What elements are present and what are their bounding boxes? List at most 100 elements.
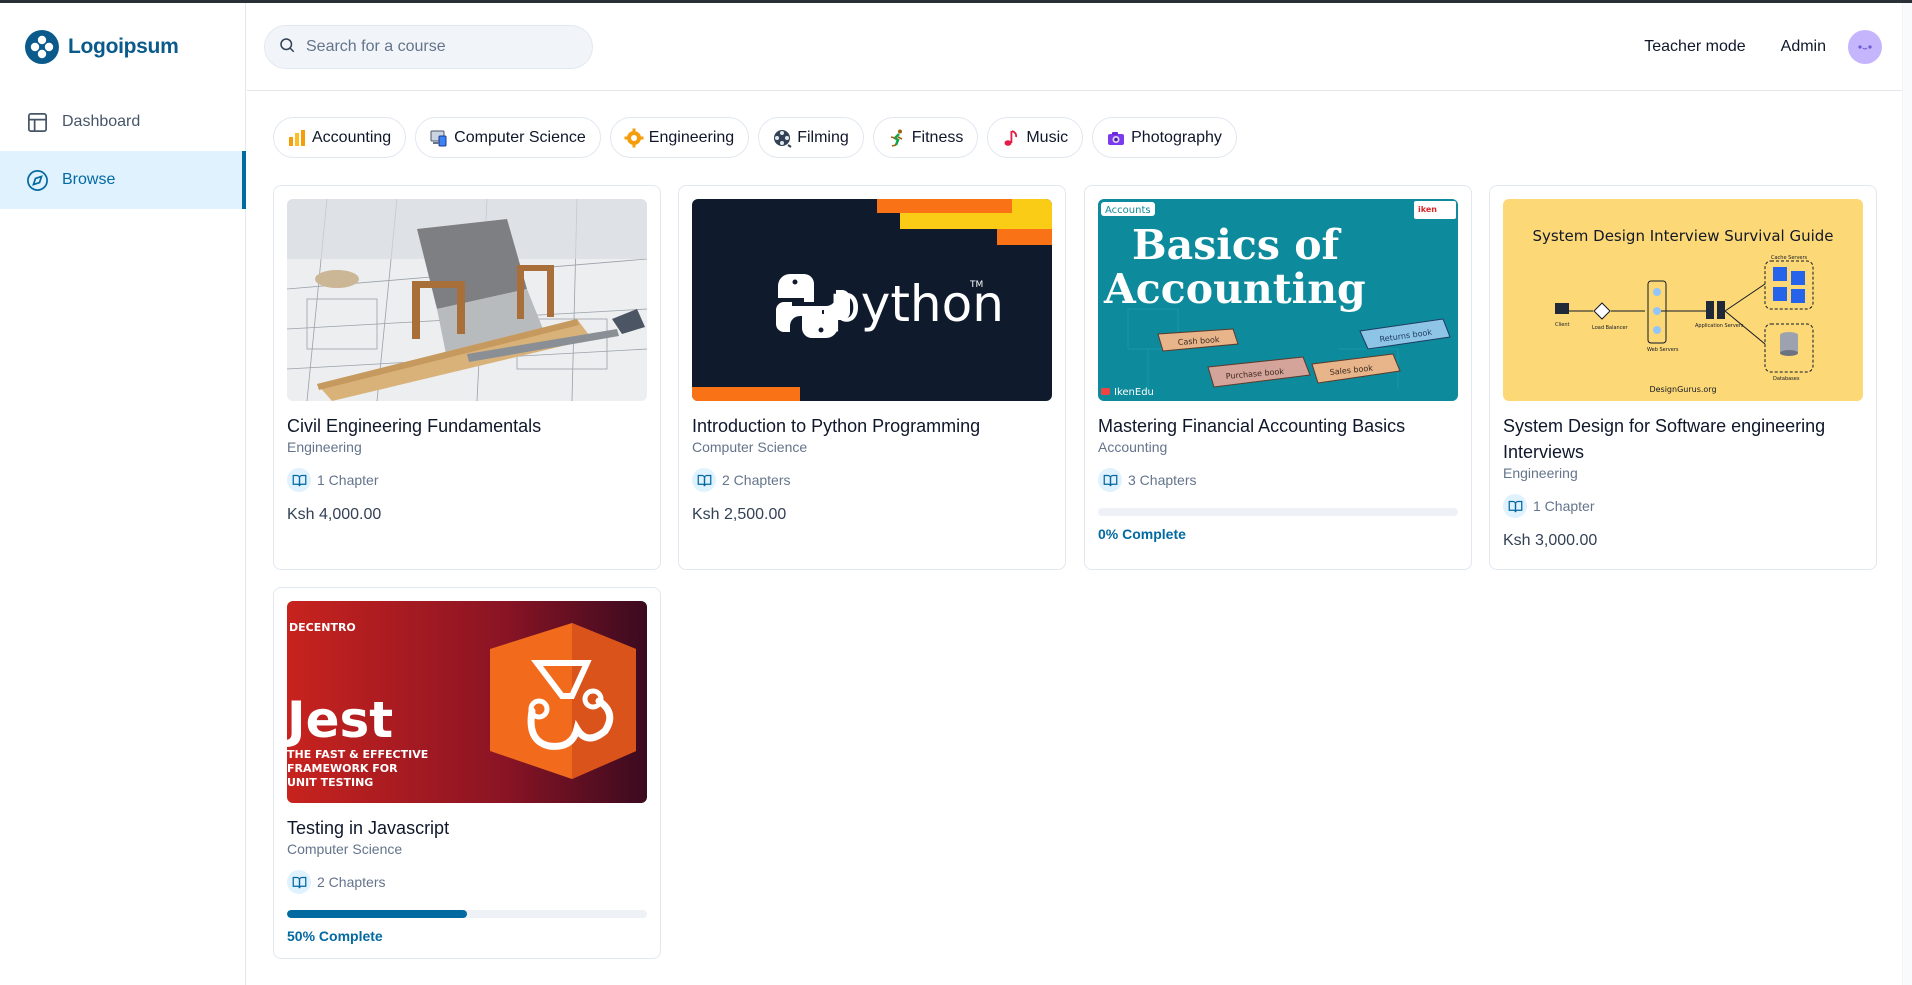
svg-text:Accounting: Accounting bbox=[1103, 265, 1366, 313]
svg-text:THE FAST & EFFECTIVE: THE FAST & EFFECTIVE bbox=[287, 748, 428, 761]
camera-icon bbox=[1106, 128, 1126, 148]
book-open-icon bbox=[692, 468, 716, 492]
svg-text:UNIT TESTING: UNIT TESTING bbox=[287, 776, 373, 789]
course-card[interactable]: Civil Engineering Fundamentals Engineeri… bbox=[273, 185, 661, 570]
svg-text:TM: TM bbox=[969, 280, 983, 290]
svg-text:Databases: Databases bbox=[1773, 376, 1800, 382]
film-reel-icon bbox=[772, 128, 792, 148]
sidebar-item-dashboard[interactable]: Dashboard bbox=[0, 93, 245, 151]
sidebar: Logoipsum Dashboard Browse bbox=[0, 3, 246, 985]
category-label: Fitness bbox=[911, 128, 964, 146]
category-label: Filming bbox=[797, 128, 849, 146]
book-open-icon bbox=[287, 468, 311, 492]
compass-icon bbox=[26, 169, 49, 192]
course-title: Civil Engineering Fundamentals bbox=[287, 416, 542, 436]
progress-fill bbox=[287, 910, 467, 918]
svg-text:System Design Interview Surviv: System Design Interview Survival Guide bbox=[1532, 227, 1833, 245]
layout-icon bbox=[26, 111, 49, 134]
chapter-count-label: 2 Chapters bbox=[317, 874, 386, 890]
category-chip-fitness[interactable]: Fitness bbox=[872, 117, 979, 158]
book-open-icon bbox=[287, 870, 311, 894]
chapter-count: 1 Chapter bbox=[1503, 494, 1863, 518]
svg-text:iken: iken bbox=[1418, 205, 1437, 214]
music-note-icon bbox=[1001, 128, 1021, 148]
course-card[interactable]: DECENTRO Jest THE FAST & EFFECTIVE FRAME… bbox=[273, 587, 661, 959]
page-scrollbar[interactable] bbox=[1902, 3, 1912, 985]
admin-button[interactable]: Admin bbox=[1781, 38, 1826, 56]
bar-chart-icon bbox=[287, 128, 307, 148]
course-thumbnail: System Design Interview Survival Guide C… bbox=[1503, 199, 1863, 401]
course-card[interactable]: python TM Introduction to Python Program… bbox=[678, 185, 1066, 570]
course-title: Introduction to Python Programming bbox=[692, 416, 981, 436]
course-card[interactable]: System Design Interview Survival Guide C… bbox=[1489, 185, 1877, 570]
course-thumbnail bbox=[287, 199, 647, 401]
category-chip-filming[interactable]: Filming bbox=[758, 117, 864, 158]
course-category: Accounting bbox=[1098, 439, 1168, 455]
svg-text:Application Servers: Application Servers bbox=[1695, 323, 1744, 329]
course-title: System Design for Software engineering I… bbox=[1503, 416, 1826, 462]
category-label: Music bbox=[1026, 128, 1069, 146]
progress-label: 50% Complete bbox=[287, 928, 383, 944]
svg-text:Cache Servers: Cache Servers bbox=[1771, 255, 1808, 261]
jest-logo-icon bbox=[490, 623, 636, 779]
chapter-count-label: 3 Chapters bbox=[1128, 472, 1197, 488]
chapter-count: 3 Chapters bbox=[1098, 468, 1458, 492]
course-thumbnail: DECENTRO Jest THE FAST & EFFECTIVE FRAME… bbox=[287, 601, 647, 803]
course-card[interactable]: Accounts iken Basics of Accounting Cash … bbox=[1084, 185, 1472, 570]
category-chip-photography[interactable]: Photography bbox=[1092, 117, 1237, 158]
course-title: Mastering Financial Accounting Basics bbox=[1098, 416, 1406, 436]
category-chip-accounting[interactable]: Accounting bbox=[273, 117, 407, 158]
svg-text:Accounts: Accounts bbox=[1105, 205, 1151, 216]
course-thumbnail: python TM bbox=[692, 199, 1052, 401]
category-chip-engineering[interactable]: Engineering bbox=[609, 117, 750, 158]
chapter-count-label: 2 Chapters bbox=[722, 472, 791, 488]
category-label: Engineering bbox=[648, 128, 735, 146]
progress-bar bbox=[1098, 508, 1458, 516]
search-bar[interactable] bbox=[264, 25, 593, 69]
course-category: Computer Science bbox=[287, 841, 403, 857]
top-navbar: Teacher mode Admin bbox=[247, 3, 1902, 91]
course-title: Testing in Javascript bbox=[287, 818, 450, 838]
course-price: Ksh 4,000.00 bbox=[287, 506, 382, 523]
progress-bar bbox=[287, 910, 647, 918]
gear-icon bbox=[624, 128, 644, 148]
sidebar-item-label: Browse bbox=[62, 171, 116, 188]
book-open-icon bbox=[1503, 494, 1527, 518]
course-category: Engineering bbox=[287, 439, 362, 455]
svg-text:Basics of: Basics of bbox=[1132, 221, 1342, 269]
course-category: Computer Science bbox=[692, 439, 808, 455]
logo-icon bbox=[25, 30, 59, 64]
header-actions: Teacher mode Admin bbox=[1644, 27, 1882, 67]
svg-text:IkenEdu: IkenEdu bbox=[1114, 387, 1154, 398]
course-price: Ksh 3,000.00 bbox=[1503, 532, 1598, 549]
sidebar-item-label: Dashboard bbox=[62, 113, 141, 130]
category-filter-bar: Accounting Computer Science Engineering … bbox=[273, 117, 1237, 158]
course-thumbnail: Accounts iken Basics of Accounting Cash … bbox=[1098, 199, 1458, 401]
search-input[interactable] bbox=[306, 38, 576, 56]
avatar[interactable] bbox=[1848, 30, 1882, 64]
category-chip-music[interactable]: Music bbox=[987, 117, 1084, 158]
course-category: Engineering bbox=[1503, 465, 1578, 481]
svg-text:Web Servers: Web Servers bbox=[1647, 347, 1679, 353]
category-label: Accounting bbox=[312, 128, 392, 146]
search-icon bbox=[278, 36, 296, 59]
svg-text:DesignGurus.org: DesignGurus.org bbox=[1649, 385, 1716, 394]
svg-text:Jest: Jest bbox=[287, 691, 393, 749]
chapter-count-label: 1 Chapter bbox=[317, 472, 379, 488]
logo[interactable]: Logoipsum bbox=[0, 3, 245, 91]
progress-label: 0% Complete bbox=[1098, 526, 1186, 542]
chapter-count: 2 Chapters bbox=[692, 468, 1052, 492]
chapter-count-label: 1 Chapter bbox=[1533, 498, 1595, 514]
teacher-mode-button[interactable]: Teacher mode bbox=[1644, 38, 1745, 56]
avatar-face-icon bbox=[1858, 45, 1872, 50]
runner-icon bbox=[887, 128, 907, 148]
book-open-icon bbox=[1098, 468, 1122, 492]
category-chip-computer-science[interactable]: Computer Science bbox=[415, 117, 601, 158]
category-label: Computer Science bbox=[454, 128, 586, 146]
svg-text:Client: Client bbox=[1555, 322, 1570, 328]
chapter-count: 1 Chapter bbox=[287, 468, 647, 492]
computer-icon bbox=[429, 128, 449, 148]
course-price: Ksh 2,500.00 bbox=[692, 506, 787, 523]
sidebar-item-browse[interactable]: Browse bbox=[0, 151, 246, 209]
logo-text: Logoipsum bbox=[68, 35, 179, 58]
